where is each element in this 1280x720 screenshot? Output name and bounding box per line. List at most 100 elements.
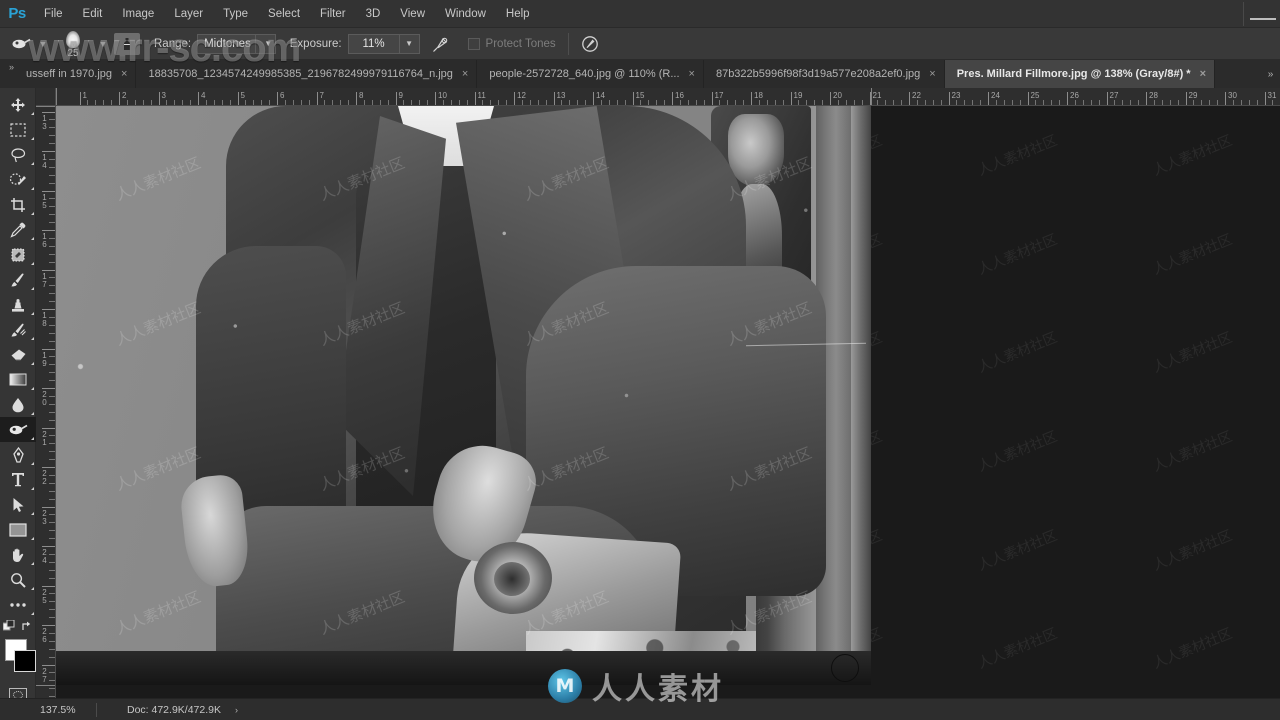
brush-tool[interactable] <box>0 267 36 292</box>
tool-preset-chevron-down-icon[interactable]: ▼ <box>36 33 50 55</box>
document-canvas[interactable]: 人人素材社区人人素材社区人人素材社区人人素材社区人人素材社区人人素材社区人人素材… <box>56 106 871 685</box>
brush-cursor-ring <box>831 654 859 682</box>
menu-image[interactable]: Image <box>112 0 164 28</box>
canvas-work-area[interactable]: 人人素材社区 人人素材社区 人人素材社区 人人素材社区 人人素材社区 人人素材社区 人人素材… <box>56 106 1280 698</box>
ruler-corner[interactable] <box>36 88 56 106</box>
move-tool[interactable] <box>0 92 36 117</box>
tool-expand-triangle-icon <box>31 337 34 340</box>
airbrush-toggle-icon[interactable] <box>114 32 140 55</box>
swap-colors-icon <box>22 621 31 630</box>
path-selection-tool[interactable] <box>0 492 36 517</box>
document-tab-2[interactable]: people-2572728_640.jpg @ 110% (R... × <box>477 60 704 88</box>
ruler-minor-tick <box>49 127 55 129</box>
exposure-input[interactable]: 11% <box>347 33 400 54</box>
menu-view[interactable]: View <box>390 0 435 28</box>
clone-stamp-tool[interactable] <box>0 292 36 317</box>
range-select[interactable]: Midtones ▼ <box>197 33 276 54</box>
ruler-minor-tick <box>49 237 55 239</box>
menu-type[interactable]: Type <box>213 0 258 28</box>
ruler-minor-tick <box>1248 100 1250 105</box>
ruler-minor-tick <box>506 100 508 105</box>
close-icon[interactable]: × <box>121 68 127 80</box>
horizontal-type-tool[interactable] <box>0 467 36 492</box>
dodge-tool[interactable] <box>0 417 36 442</box>
menu-edit[interactable]: Edit <box>73 0 113 28</box>
ruler-minor-tick <box>387 100 389 105</box>
horizontal-ruler[interactable]: 1 2 3 4 5 6 7 8 9 10 11 12 13 14 15 16 17 18 19 20 21 22 23 24 2… <box>56 88 1280 106</box>
exposure-label: Exposure: <box>289 37 342 50</box>
vertical-ruler[interactable]: 13141516171819202122232425262728 <box>36 106 56 698</box>
zoom-level-field[interactable]: 137.5% <box>36 704 96 716</box>
rectangle-tool[interactable] <box>0 517 36 542</box>
ruler-minor-tick <box>1090 100 1092 105</box>
menu-layer[interactable]: Layer <box>164 0 213 28</box>
brush-preset-picker[interactable]: 25 <box>50 30 96 59</box>
ruler-minor-tick <box>261 100 263 105</box>
edit-toolbar-tool[interactable] <box>0 592 36 617</box>
menu-filter[interactable]: Filter <box>310 0 356 28</box>
ruler-major-tick <box>1264 92 1266 105</box>
protect-tones-checkbox[interactable] <box>467 37 480 50</box>
close-icon[interactable]: × <box>689 68 695 80</box>
ruler-major-tick <box>42 467 55 468</box>
blur-tool[interactable] <box>0 392 36 417</box>
eyedropper-tool[interactable] <box>0 217 36 242</box>
ruler-minor-tick <box>411 100 413 105</box>
spot-healing-brush-tool[interactable] <box>0 242 36 267</box>
dodge-tool-icon[interactable] <box>6 32 36 56</box>
ruler-minor-tick <box>190 100 192 105</box>
close-icon[interactable]: × <box>1200 68 1206 80</box>
background-color-swatch[interactable] <box>14 650 36 672</box>
ruler-minor-tick <box>1161 100 1163 105</box>
ruler-minor-tick <box>49 324 55 326</box>
menu-select[interactable]: Select <box>258 0 310 28</box>
ruler-minor-tick <box>727 100 729 105</box>
menu-file[interactable]: File <box>34 0 73 28</box>
pen-tool[interactable] <box>0 442 36 467</box>
color-swatches[interactable] <box>0 637 36 679</box>
exposure-chevron-button[interactable]: ▼ <box>399 33 420 54</box>
hand-tool[interactable] <box>0 542 36 567</box>
document-tab-3[interactable]: 87b322b5996f98f3d19a577e208a2ef0.jpg × <box>703 60 945 88</box>
document-tab-4-active[interactable]: Pres. Millard Fillmore.jpg @ 138% (Gray/… <box>944 60 1216 88</box>
menu-3d[interactable]: 3D <box>356 0 391 28</box>
ruler-label: 25 <box>42 587 47 605</box>
ruler-minor-tick <box>229 100 231 105</box>
ruler-minor-tick <box>49 648 55 650</box>
protect-tones-checkbox-group[interactable]: Protect Tones <box>467 37 556 50</box>
quick-selection-tool[interactable] <box>0 167 36 192</box>
ruler-minor-tick <box>166 100 168 105</box>
menu-help[interactable]: Help <box>496 0 540 28</box>
gradient-tool[interactable] <box>0 367 36 392</box>
status-chevron-right-icon[interactable]: › <box>235 705 238 715</box>
close-icon[interactable]: × <box>462 68 468 80</box>
crop-tool[interactable] <box>0 192 36 217</box>
watermark-tile: 人人素材社区 <box>1150 626 1235 673</box>
ruler-minor-tick <box>49 609 55 611</box>
menu-window[interactable]: Window <box>435 0 496 28</box>
brush-preset-chevron-down-icon[interactable]: ▼ <box>96 33 110 55</box>
lasso-tool[interactable] <box>0 142 36 167</box>
ruler-minor-tick <box>782 100 784 105</box>
zoom-tool[interactable] <box>0 567 36 592</box>
document-tab-0[interactable]: usseff in 1970.jpg × <box>22 60 137 88</box>
ruler-label: 14 <box>42 153 47 170</box>
window-minimize-button[interactable] <box>1250 8 1276 20</box>
ruler-minor-tick <box>450 100 452 105</box>
tablet-pressure-icon[interactable] <box>577 32 603 56</box>
ruler-minor-tick <box>150 100 152 105</box>
ruler-minor-tick <box>49 514 55 516</box>
rectangular-marquee-tool[interactable] <box>0 117 36 142</box>
document-tab-1[interactable]: 18835708_1234574249985385_21967824999791… <box>136 60 478 88</box>
ruler-minor-tick <box>103 100 105 105</box>
pressure-for-exposure-icon[interactable] <box>428 32 454 56</box>
ruler-minor-tick <box>49 143 55 145</box>
close-icon[interactable]: × <box>929 68 935 80</box>
ruler-minor-tick <box>995 100 997 105</box>
ruler-minor-tick <box>608 100 610 105</box>
history-brush-tool[interactable] <box>0 317 36 342</box>
tab-overflow-icon[interactable]: » <box>1260 60 1280 88</box>
panel-expander-icon[interactable]: » <box>0 60 22 88</box>
eraser-tool[interactable] <box>0 342 36 367</box>
ruler-minor-tick <box>49 372 55 374</box>
